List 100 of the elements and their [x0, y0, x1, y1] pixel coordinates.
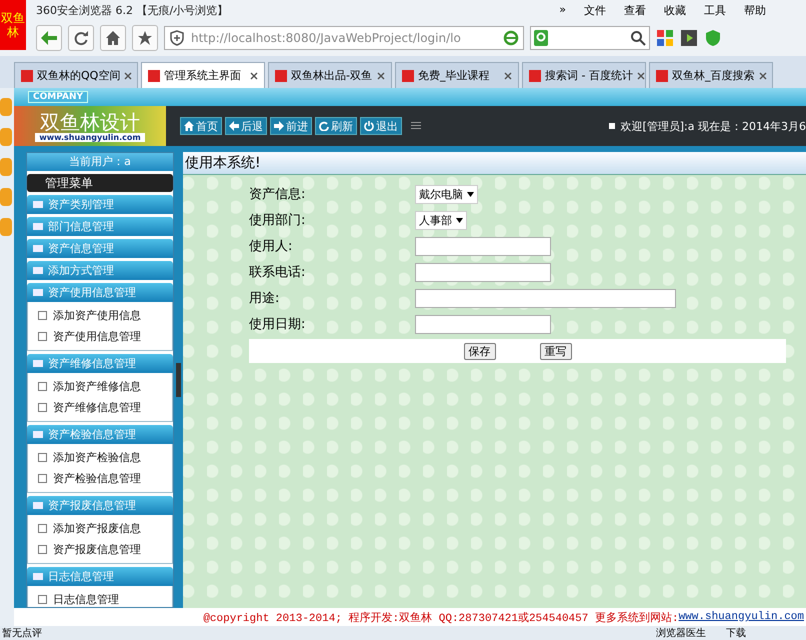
window-title: 360安全浏览器 6.2 【无痕/小号浏览】	[36, 2, 228, 18]
page-icon	[38, 474, 47, 483]
browser-logo: 双鱼 林	[0, 0, 26, 50]
input-field[interactable]	[415, 314, 551, 334]
menu-item[interactable]: 收藏	[664, 2, 686, 18]
input-field[interactable]	[415, 236, 551, 256]
apps-icon[interactable]	[656, 29, 674, 47]
field-label: 使用日期:	[249, 316, 306, 333]
page-icon	[38, 311, 47, 320]
menu-item[interactable]: 资产检验信息管理	[28, 468, 172, 489]
menu-item[interactable]: 资产报废信息管理	[28, 539, 172, 560]
nav-button[interactable]: 首页	[180, 117, 222, 135]
status-item[interactable]: 浏览器医生	[656, 626, 706, 640]
bookmark-button[interactable]	[132, 25, 158, 51]
tab-icon	[402, 70, 414, 82]
field-label: 使用人:	[249, 238, 294, 255]
page-icon	[38, 382, 47, 391]
menu-item[interactable]: 工具	[704, 2, 726, 18]
collapse-handle[interactable]	[176, 363, 181, 397]
folder-icon	[33, 573, 43, 580]
star-icon	[137, 30, 153, 46]
welcome-text: 欢迎[管理员]:a 现在是：2014年3月6	[620, 118, 806, 134]
search-icon[interactable]	[630, 30, 646, 46]
page-icon	[38, 332, 47, 341]
nav-button[interactable]: 前进	[270, 117, 312, 135]
tab-icon	[275, 70, 287, 82]
status-item[interactable]: 下载	[726, 626, 746, 640]
menu-item[interactable]: 添加资产使用信息	[28, 305, 172, 326]
menu-item[interactable]: 添加资产检验信息	[28, 447, 172, 468]
website-link[interactable]: www.shuangyulin.com	[678, 611, 804, 623]
menu-item[interactable]: 查看	[624, 2, 646, 18]
page-icon	[38, 595, 47, 604]
menu-item[interactable]: »	[559, 2, 566, 18]
menu-item[interactable]: 文件	[584, 2, 606, 18]
page-icon	[38, 524, 47, 533]
close-icon[interactable]	[377, 72, 385, 80]
input-field[interactable]	[415, 262, 551, 282]
refresh-icon	[73, 30, 89, 46]
nav-button[interactable]: 后退	[225, 117, 267, 135]
close-icon[interactable]	[124, 72, 132, 80]
refresh-icon	[319, 121, 329, 131]
shield-icon[interactable]	[704, 29, 722, 47]
nav-button[interactable]: 刷新	[315, 117, 357, 135]
back-icon	[40, 30, 58, 46]
home-icon	[184, 121, 194, 131]
close-icon[interactable]	[250, 72, 258, 80]
current-user-label: 当前用户：a	[27, 153, 173, 171]
folder-icon	[33, 502, 43, 509]
browser-tab[interactable]: 双鱼林_百度搜索	[649, 62, 773, 88]
ie-icon	[503, 30, 519, 46]
tab-icon	[656, 70, 668, 82]
close-icon[interactable]	[758, 72, 766, 80]
folder-icon	[33, 360, 43, 367]
caret-icon	[467, 192, 474, 196]
field-label: 用途:	[249, 290, 280, 307]
folder-icon	[33, 201, 43, 208]
browser-tab[interactable]: 双鱼林出品-双鱼	[268, 62, 392, 88]
refresh-button[interactable]	[68, 25, 94, 51]
address-bar[interactable]: http://localhost:8080/JavaWebProject/login/lo	[164, 26, 524, 50]
menu-item[interactable]: 添加资产维修信息	[28, 376, 172, 397]
back-button[interactable]	[36, 25, 62, 51]
home-icon	[105, 30, 121, 46]
video-icon[interactable]	[680, 29, 698, 47]
select-field[interactable]: 戴尔电脑	[415, 184, 478, 204]
browser-tab[interactable]: 搜索词 - 百度统计	[522, 62, 646, 88]
page-icon	[38, 403, 47, 412]
field-label: 联系电话:	[249, 264, 306, 281]
copyright-text: @copyright 2013-2014; 程序开发:双鱼林 QQ:287307421或254540457 更多系统到网站:	[203, 612, 679, 624]
field-label: 资产信息:	[249, 186, 306, 203]
folder-icon	[33, 431, 43, 438]
form-button[interactable]: 保存	[464, 342, 496, 360]
tab-icon	[148, 70, 160, 82]
form-button[interactable]: 重写	[540, 342, 572, 360]
browser-tab[interactable]: 双鱼林的QQ空间	[14, 62, 138, 88]
browser-tab[interactable]: 管理系统主界面	[141, 62, 265, 88]
page-title: 使用本系统!	[183, 152, 806, 175]
page-icon	[38, 453, 47, 462]
menu-title: 管理菜单	[27, 174, 173, 192]
input-field[interactable]	[415, 288, 676, 308]
field-label: 使用部门:	[249, 212, 306, 229]
folder-icon	[33, 267, 43, 274]
close-icon[interactable]	[504, 72, 512, 80]
menu-item[interactable]: 资产维修信息管理	[28, 397, 172, 418]
menu-item[interactable]: 帮助	[744, 2, 766, 18]
menu-item[interactable]: 添加资产报废信息	[28, 518, 172, 539]
browser-tab[interactable]: 免费_毕业课程	[395, 62, 519, 88]
folder-icon	[33, 289, 43, 296]
select-field[interactable]: 人事部	[415, 210, 467, 230]
folder-icon	[33, 223, 43, 230]
left-arrow-icon	[229, 121, 239, 131]
search-field[interactable]	[530, 26, 650, 50]
nav-button[interactable]: 退出	[360, 117, 402, 135]
tab-icon	[21, 70, 33, 82]
close-icon[interactable]	[636, 72, 645, 80]
page-icon	[38, 545, 47, 554]
menu-item[interactable]: 资产使用信息管理	[28, 326, 172, 347]
home-button[interactable]	[100, 25, 126, 51]
tab-icon	[529, 70, 541, 82]
company-label: COMPANY	[28, 91, 88, 103]
caret-icon	[456, 218, 463, 222]
